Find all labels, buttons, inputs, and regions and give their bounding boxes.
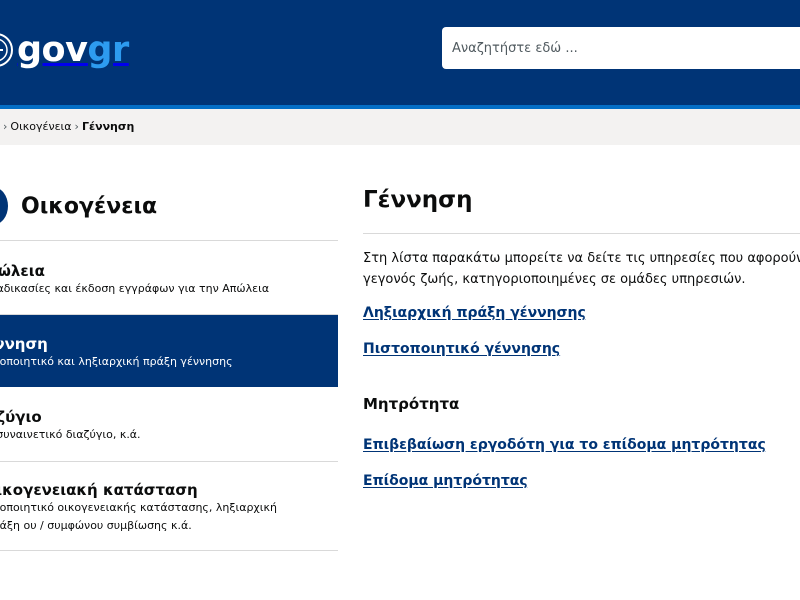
chevron-right-icon: › [74, 120, 79, 133]
link-birth-certificate[interactable]: Πιστοποιητικό γέννησης [363, 340, 560, 358]
sidebar-menu: πώλεια διαδικασίες και έκδοση εγγράφων γ… [0, 240, 338, 551]
sidebar-item-title: οικογενειακή κατάσταση [0, 481, 198, 499]
sidebar-item-loss[interactable]: πώλεια διαδικασίες και έκδοση εγγράφων γ… [0, 241, 338, 315]
sidebar-item-description: στοποιητικό οικογενειακής κατάστασης, λη… [0, 501, 277, 532]
link-employer-maternity-confirmation[interactable]: Επιβεβαίωση εργοδότη για το επίδομα μητρ… [363, 436, 766, 454]
govgr-logo[interactable]: govgr [17, 30, 129, 70]
breadcrumb-link-family[interactable]: Οικογένεια [10, 120, 71, 133]
intro-text: Στη λίστα παρακάτω μπορείτε να δείτε τις… [363, 251, 800, 287]
breadcrumb-current: Γέννηση [81, 120, 135, 133]
link-maternity-allowance[interactable]: Επίδομα μητρότητας [363, 472, 528, 490]
search-input[interactable] [442, 27, 800, 69]
logo-gov-text: gov [17, 30, 88, 70]
chevron-right-icon: › [3, 120, 8, 133]
sidebar-item-title: έννηση [0, 335, 48, 353]
greek-emblem-icon [0, 33, 13, 67]
service-group-title: Μητρότητα [363, 395, 460, 413]
logo-gr-text: gr [87, 30, 129, 70]
sidebar-item-title: πώλεια [0, 262, 45, 280]
sidebar-title: Οικογένεια [21, 194, 158, 219]
site-header: govgr [0, 0, 800, 105]
breadcrumb: › Οικογένεια › Γέννηση [0, 120, 134, 134]
sidebar-item-birth[interactable]: έννηση στοποιητικό και ληξιαρχική πράξη … [0, 315, 338, 387]
sidebar-item-description: διαδικασίες και έκδοση εγγράφων για την … [0, 282, 270, 295]
sidebar-item-family-status[interactable]: οικογενειακή κατάσταση στοποιητικό οικογ… [0, 462, 338, 551]
sidebar-item-description: ο συναινετικό διαζύγιο, κ.ά. [0, 428, 141, 441]
page-title: Γέννηση [363, 187, 473, 213]
sidebar-item-title: αζύγιο [0, 408, 42, 426]
family-icon [0, 187, 8, 225]
sidebar-item-divorce[interactable]: αζύγιο ο συναινετικό διαζύγιο, κ.ά. [0, 387, 338, 462]
link-birth-certificate-act[interactable]: Ληξιαρχική πράξη γέννησης [363, 304, 586, 322]
sidebar-item-description: στοποιητικό και ληξιαρχική πράξη γέννηση… [0, 355, 233, 368]
title-divider [363, 233, 800, 234]
